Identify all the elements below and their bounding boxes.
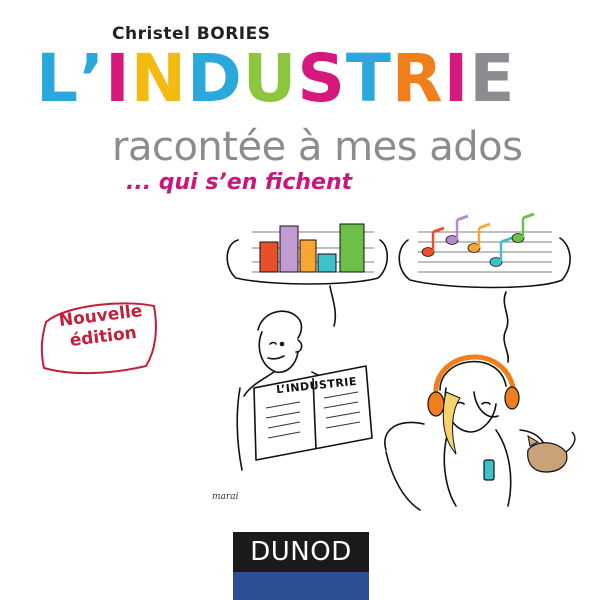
publisher-color-band bbox=[233, 572, 369, 600]
sofa bbox=[384, 421, 548, 511]
bar-chart-drawing bbox=[252, 223, 374, 273]
smartphone bbox=[483, 459, 495, 481]
chart-bar bbox=[339, 223, 365, 273]
cat bbox=[527, 431, 576, 473]
music-note bbox=[511, 212, 535, 243]
chart-bar bbox=[317, 253, 337, 273]
music-note bbox=[445, 214, 469, 245]
cover-illustration bbox=[226, 212, 576, 511]
music-note bbox=[467, 222, 491, 253]
music-thought-bubble bbox=[398, 237, 571, 363]
music-staff bbox=[418, 231, 552, 273]
publisher-logo: DUNOD bbox=[233, 532, 369, 600]
illustrator-signature: marai bbox=[212, 492, 239, 502]
publisher-name: DUNOD bbox=[233, 532, 369, 572]
music-notes bbox=[421, 212, 535, 267]
chart-bar bbox=[299, 239, 317, 273]
headphones bbox=[427, 354, 520, 417]
chart-bar bbox=[279, 225, 299, 273]
chart-bar bbox=[259, 241, 279, 273]
